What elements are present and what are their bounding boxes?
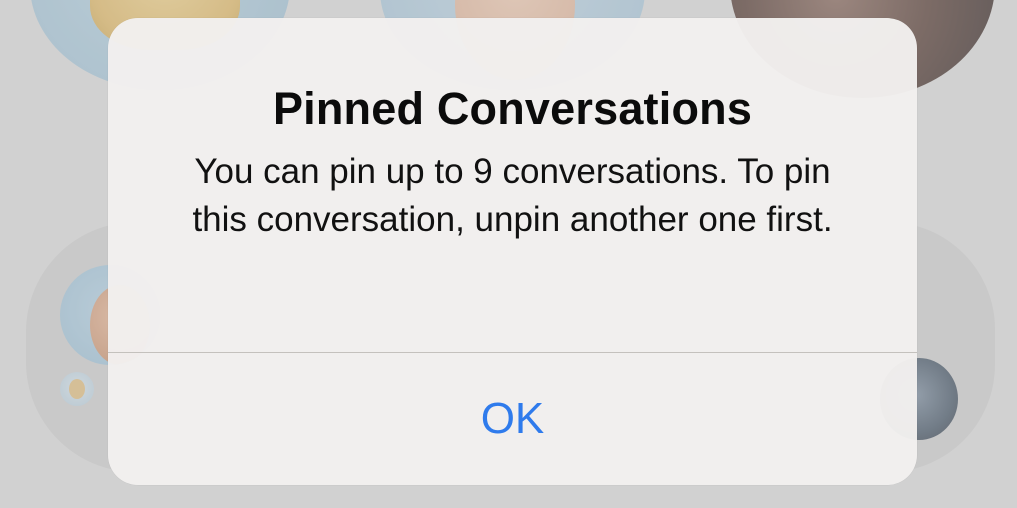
alert-body: Pinned Conversations You can pin up to 9… — [108, 18, 917, 353]
ok-button[interactable]: OK — [108, 353, 917, 485]
alert-message: You can pin up to 9 conversations. To pi… — [192, 152, 833, 239]
pinned-conversations-alert: Pinned Conversations You can pin up to 9… — [108, 18, 917, 485]
messages-screen: Pinned Conversations You can pin up to 9… — [0, 0, 1017, 508]
alert-title: Pinned Conversations — [272, 83, 753, 134]
